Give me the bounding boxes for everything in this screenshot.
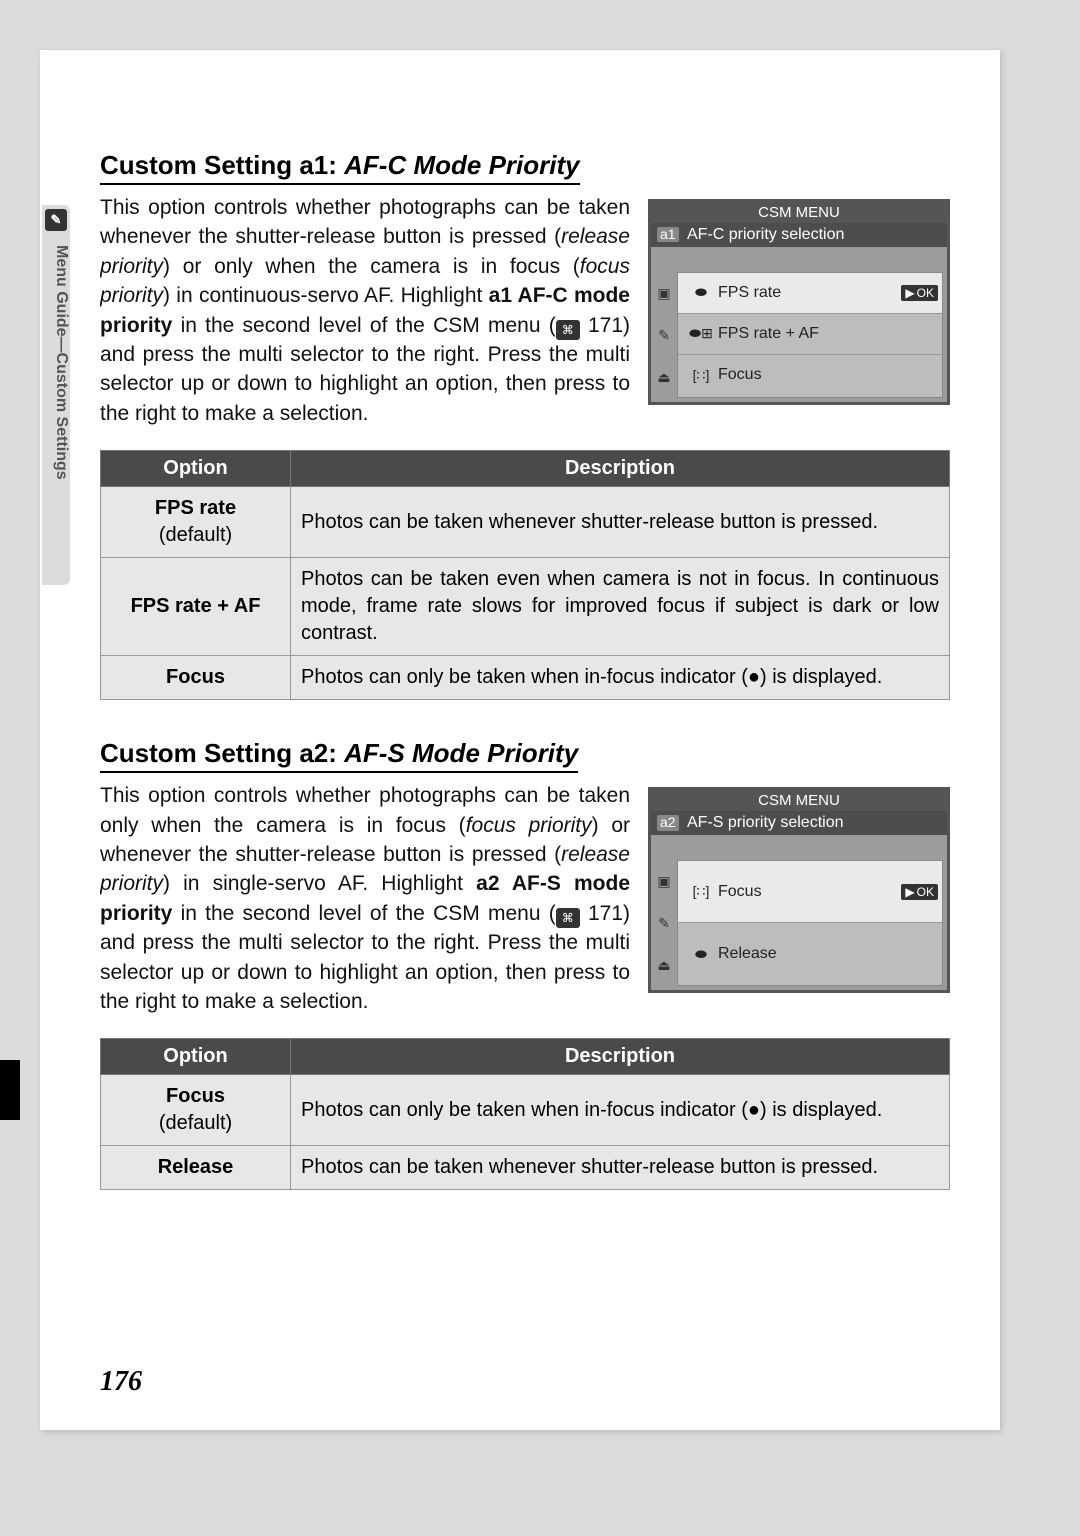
page-number: 176 bbox=[100, 1366, 142, 1398]
lcd-a1: CSM MENU a1 AF-C priority selection ▣✎⏏ … bbox=[648, 199, 950, 405]
lcd-list: ⬬ FPS rate ▶OK ⬬⊞ FPS rate + AF [∷] Focu… bbox=[677, 272, 943, 398]
section-a1: Custom Setting a1: AF-C Mode Priority CS… bbox=[100, 150, 950, 700]
th-option: Option bbox=[101, 1039, 291, 1075]
th-desc: Description bbox=[291, 451, 950, 487]
lcd-row-label: Focus bbox=[718, 883, 762, 901]
th-option: Option bbox=[101, 451, 291, 487]
table-row: Focus Photos can only be taken when in-f… bbox=[101, 656, 950, 700]
lcd-title: CSM MENU bbox=[651, 790, 947, 811]
lcd-code: a2 bbox=[657, 815, 679, 830]
lcd-subtitle: a1 AF-C priority selection bbox=[651, 223, 947, 247]
lcd-side-icons: ▣✎⏏ bbox=[653, 272, 675, 398]
table-row: Focus(default) Photos can only be taken … bbox=[101, 1075, 950, 1146]
heading-prefix: Custom Setting a2: bbox=[100, 738, 344, 768]
lcd-subtitle-text: AF-S priority selection bbox=[687, 814, 844, 831]
lcd-row-label: Focus bbox=[718, 366, 762, 384]
ok-badge: ▶OK bbox=[901, 884, 938, 900]
lcd-row-label: Release bbox=[718, 945, 777, 963]
bracket-icon: [∷] bbox=[684, 883, 718, 900]
disc-grid-icon: ⬬⊞ bbox=[684, 325, 718, 342]
lcd-a2: CSM MENU a2 AF-S priority selection ▣✎⏏ … bbox=[648, 787, 950, 993]
table-row: FPS rate + AF Photos can be taken even w… bbox=[101, 558, 950, 656]
heading-a1: Custom Setting a1: AF-C Mode Priority bbox=[100, 150, 580, 185]
table-row: Release Photos can be taken whenever shu… bbox=[101, 1146, 950, 1190]
heading-italic: AF-S Mode Priority bbox=[344, 738, 578, 768]
heading-prefix: Custom Setting a1: bbox=[100, 150, 344, 180]
lcd-row-label: FPS rate + AF bbox=[718, 325, 819, 343]
section-a2: Custom Setting a2: AF-S Mode Priority CS… bbox=[100, 738, 950, 1190]
lcd-list: [∷] Focus ▶OK ⬬ Release bbox=[677, 860, 943, 986]
lcd-row-label: FPS rate bbox=[718, 284, 781, 302]
heading-italic: AF-C Mode Priority bbox=[344, 150, 579, 180]
heading-a2: Custom Setting a2: AF-S Mode Priority bbox=[100, 738, 578, 773]
lcd-subtitle: a2 AF-S priority selection bbox=[651, 811, 947, 835]
lcd-title: CSM MENU bbox=[651, 202, 947, 223]
disc-icon: ⬬ bbox=[684, 284, 718, 301]
lcd-row-release: ⬬ Release bbox=[678, 923, 942, 985]
table-a1: Option Description FPS rate(default) Pho… bbox=[100, 450, 950, 700]
manual-page: ✎ Menu Guide—Custom Settings Custom Sett… bbox=[40, 50, 1000, 1430]
lcd-row-fps: ⬬ FPS rate ▶OK bbox=[678, 273, 942, 314]
th-desc: Description bbox=[291, 1039, 950, 1075]
bracket-icon: [∷] bbox=[684, 367, 718, 384]
ok-badge: ▶OK bbox=[901, 285, 938, 301]
lcd-code: a1 bbox=[657, 227, 679, 242]
pencil-icon: ✎ bbox=[45, 209, 67, 231]
side-tab-label: Menu Guide—Custom Settings bbox=[53, 245, 70, 480]
lcd-row-focus: [∷] Focus bbox=[678, 355, 942, 396]
thumb-tab bbox=[0, 1060, 20, 1120]
lcd-subtitle-text: AF-C priority selection bbox=[687, 226, 844, 243]
table-row: FPS rate(default) Photos can be taken wh… bbox=[101, 487, 950, 558]
table-a2: Option Description Focus(default) Photos… bbox=[100, 1038, 950, 1190]
lcd-row-focus: [∷] Focus ▶OK bbox=[678, 861, 942, 923]
lcd-row-fps-af: ⬬⊞ FPS rate + AF bbox=[678, 314, 942, 355]
lcd-side-icons: ▣✎⏏ bbox=[653, 860, 675, 986]
side-tab: ✎ Menu Guide—Custom Settings bbox=[42, 205, 70, 585]
disc-icon: ⬬ bbox=[684, 946, 718, 963]
